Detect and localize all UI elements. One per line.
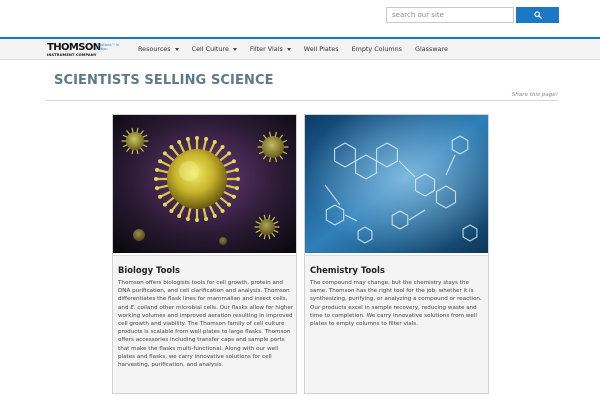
chevron-down-icon [174, 47, 179, 51]
share-link[interactable]: Share this page! [460, 92, 558, 98]
molecule-structure-illustration [305, 115, 488, 253]
search-button[interactable] [516, 7, 559, 23]
nav-item-label: Well Plates [303, 45, 339, 53]
main-nav: THOMSON INSTRUMENT COMPANY Solutions™ in… [0, 37, 600, 60]
card-body: Biology Tools Thomson offers biologists … [113, 255, 296, 393]
top-bar [0, 0, 600, 37]
logo-wordmark: THOMSON [47, 42, 101, 53]
card-description: The compound may change, but the chemist… [310, 280, 482, 328]
nav-item-label: Cell Culture [191, 45, 229, 53]
nav-item-label: Empty Columns [351, 45, 403, 53]
page-title: SCIENTISTS SELLING SCIENCE [54, 73, 274, 88]
card-title[interactable]: Chemistry Tools [310, 265, 385, 275]
biology-tools-card[interactable]: Biology Tools Thomson offers biologists … [112, 114, 297, 394]
nav-item-label: Resources [138, 45, 171, 53]
logo-subtitle: INSTRUMENT COMPANY [47, 53, 97, 57]
title-divider [46, 100, 558, 101]
card-title[interactable]: Biology Tools [118, 265, 180, 275]
chevron-down-icon [286, 47, 291, 51]
logo-tagline: Solutions™ in Motion [96, 43, 120, 51]
card-description: Thomson offers biologists tools for cell… [118, 280, 294, 369]
nav-item-well-plates[interactable]: Well Plates [304, 45, 339, 53]
nav-item-label: Glassware [415, 45, 448, 53]
nav-item-empty-columns[interactable]: Empty Columns [352, 45, 402, 53]
search-icon [533, 11, 542, 19]
nav-item-resources[interactable]: Resources [138, 45, 179, 53]
nav-item-cell-culture[interactable]: Cell Culture [192, 45, 237, 53]
search-input[interactable] [386, 7, 514, 23]
nav-item-filter-vials[interactable]: Filter Vials [250, 45, 291, 53]
virus-illustration [113, 115, 296, 253]
nav-menu: Resources Cell Culture Filter Vials Well… [138, 39, 461, 59]
thomson-logo[interactable]: THOMSON INSTRUMENT COMPANY Solutions™ in… [47, 42, 122, 59]
chemistry-tools-card[interactable]: Chemistry Tools The compound may change,… [304, 114, 489, 394]
nav-item-glassware[interactable]: Glassware [415, 45, 448, 53]
chevron-down-icon [232, 47, 237, 51]
card-body: Chemistry Tools The compound may change,… [305, 255, 488, 393]
nav-item-label: Filter Vials [249, 45, 283, 53]
